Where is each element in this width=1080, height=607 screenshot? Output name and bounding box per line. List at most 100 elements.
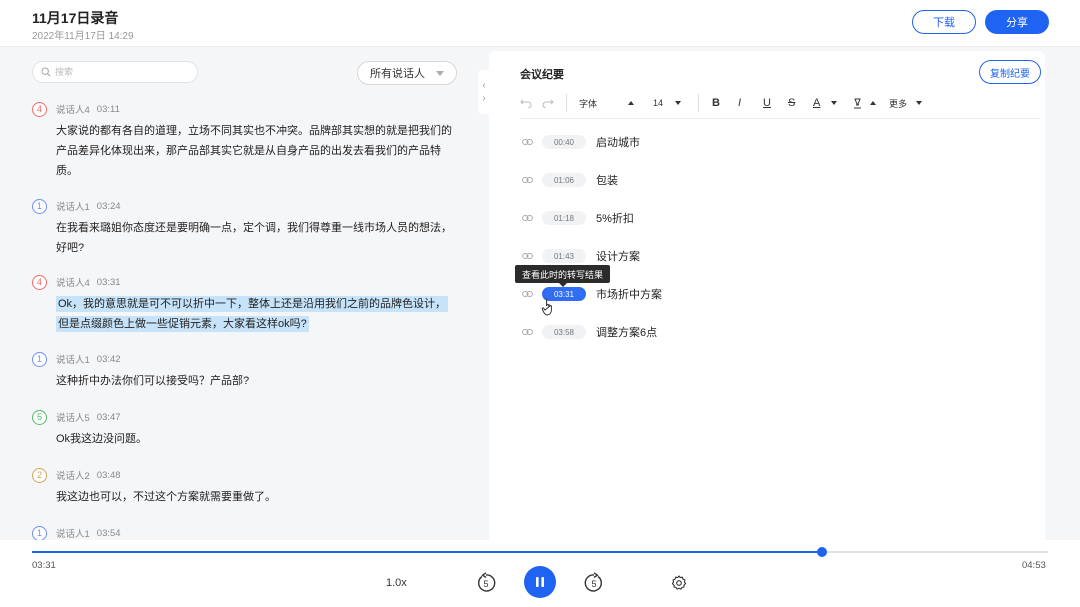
toolbar-divider xyxy=(566,94,567,112)
transcript-line: Ok，我的意思就是可不可以折中一下，整体上还是沿用我们之前的品牌色设计， xyxy=(56,296,449,312)
entry-timestamp[interactable]: 03:42 xyxy=(97,354,121,365)
entry-timestamp[interactable]: 03:31 xyxy=(97,277,121,288)
entry-timestamp[interactable]: 03:54 xyxy=(97,528,121,539)
download-button[interactable]: 下载 xyxy=(912,10,976,34)
entry-timestamp[interactable]: 03:11 xyxy=(97,104,120,115)
keypoint-item[interactable]: 03:31 市场折中方案 xyxy=(520,285,1020,303)
link-icon[interactable] xyxy=(520,135,534,149)
progress-fill xyxy=(32,551,823,553)
search-box[interactable] xyxy=(32,61,198,83)
transcript-text: 我这边也可以，不过这个方案就需要重做了。 xyxy=(56,487,456,507)
transcript-line: 但是点缀颜色上做一些促销元素，大家看这样ok吗? xyxy=(56,316,309,332)
keypoint-item[interactable]: 01:06 包装 xyxy=(520,171,1020,189)
recording-date: 2022年11月17日 14:29 xyxy=(32,31,134,42)
entry-timestamp[interactable]: 03:47 xyxy=(97,412,121,423)
toolbar-divider xyxy=(698,94,699,112)
bold-button[interactable]: B xyxy=(712,94,720,112)
transcript-line: 这种折中办法你们可以接受吗？产品部? xyxy=(56,375,250,387)
entry-meta: 4 说话人4 03:11 xyxy=(32,100,462,118)
search-input[interactable] xyxy=(51,67,175,77)
gear-icon xyxy=(671,575,687,590)
highlight-button[interactable] xyxy=(852,94,863,112)
keypoint-item[interactable]: 03:58 调整方案6点 xyxy=(520,323,1020,341)
pause-button[interactable] xyxy=(524,566,556,598)
link-icon[interactable] xyxy=(520,173,534,187)
audio-player: 03:31 04:53 1.0x 5 5 xyxy=(0,540,1080,607)
text-color-button[interactable]: A xyxy=(813,94,820,112)
transcript-line: 在我看来璐姐你态度还是要明确一点，定个调，我们得尊重一线市场人员的想法， xyxy=(56,222,452,234)
highlighter-icon xyxy=(854,98,861,108)
more-dropdown-icon[interactable] xyxy=(916,94,922,112)
link-icon[interactable] xyxy=(520,325,534,339)
keypoint-item[interactable]: 01:18 5%折扣 xyxy=(520,209,1020,227)
font-size-select[interactable]: 14 xyxy=(653,94,663,112)
tooltip: 查看此时的转写结果 xyxy=(515,265,611,287)
transcript-entry: 4 说话人4 03:31 Ok，我的意思就是可不可以折中一下，整体上还是沿用我们之前的… xyxy=(32,273,462,334)
forward-button[interactable]: 5 xyxy=(582,571,606,595)
font-size-value: 14 xyxy=(653,98,664,108)
transcript-entry: 2 说话人2 03:48 我这边也可以，不过这个方案就需要重做了。 xyxy=(32,466,462,507)
transcript-line: 我这边也可以，不过这个方案就需要重做了。 xyxy=(56,491,276,503)
speaker-badge: 1 xyxy=(32,198,47,214)
share-button[interactable]: 分享 xyxy=(985,10,1049,34)
settings-button[interactable] xyxy=(669,573,689,593)
speaker-name: 说话人4 xyxy=(56,278,90,289)
tooltip-text: 查看此时的转写结果 xyxy=(522,269,604,280)
speaker-filter-value: 所有说话人 xyxy=(370,68,425,80)
speaker-badge: 1 xyxy=(32,351,47,367)
copy-minutes-button[interactable]: 复制纪要 xyxy=(979,60,1041,84)
keypoint-time[interactable]: 01:18 xyxy=(542,211,586,225)
rewind-button[interactable]: 5 xyxy=(474,571,498,595)
progress-handle[interactable] xyxy=(817,547,828,557)
keypoint-text: 调整方案6点 xyxy=(596,327,658,339)
font-up-icon[interactable] xyxy=(628,94,634,112)
rewind-5-icon: 5 xyxy=(478,572,496,592)
italic-button[interactable]: I xyxy=(738,94,741,112)
link-icon[interactable] xyxy=(520,211,534,225)
keypoint-item[interactable]: 01:43 设计方案 xyxy=(520,247,1020,265)
transcript-line: 好吧? xyxy=(56,242,85,254)
more-menu[interactable]: 更多 xyxy=(889,94,907,112)
keypoint-item[interactable]: 00:40 启动城市 xyxy=(520,133,1020,151)
transcript-text: 这种折中办法你们可以接受吗？产品部? xyxy=(56,371,456,391)
hand-cursor-icon xyxy=(541,298,552,316)
playback-speed-button[interactable]: 1.0x xyxy=(386,577,407,589)
keypoint-time[interactable]: 00:40 xyxy=(542,135,586,149)
speaker-badge: 1 xyxy=(32,525,47,540)
chevron-left-icon: ‹ xyxy=(482,80,486,91)
transcript-entry: 1 说话人1 03:42 这种折中办法你们可以接受吗？产品部? xyxy=(32,350,462,391)
dropdown-arrow-icon xyxy=(436,71,444,76)
transcript-entry: 1 说话人1 03:54 xyxy=(32,524,462,540)
link-icon[interactable] xyxy=(520,287,534,301)
transcript-entry: 4 说话人4 03:11 大家说的都有各自的道理，立场不同其实也不冲突。品牌部其实想的… xyxy=(32,100,462,181)
speaker-filter-select[interactable]: 所有说话人 xyxy=(357,61,457,85)
redo-icon xyxy=(542,99,554,108)
keypoint-text: 设计方案 xyxy=(596,251,640,263)
transcript-line: 产品差异化体现出来，那产品部其实它就是从自身产品的出发去看我们的产品特 xyxy=(56,145,441,157)
minutes-title: 会议纪要 xyxy=(520,69,564,81)
font-size-dropdown-icon[interactable] xyxy=(675,94,681,112)
speaker-name: 说话人1 xyxy=(56,355,90,366)
underline-button[interactable]: U xyxy=(763,94,771,112)
redo-button[interactable] xyxy=(542,94,554,112)
entry-timestamp[interactable]: 03:24 xyxy=(97,201,121,212)
transcript-text: 大家说的都有各自的道理，立场不同其实也不冲突。品牌部其实想的就是把我们的 产品差异… xyxy=(56,121,456,181)
transcript-panel: 所有说话人 4 说话人4 03:11 大家说的都有各自的道理，立场不同其实也不冲突。品… xyxy=(0,47,480,540)
font-family-select[interactable]: 字体 xyxy=(579,94,597,112)
undo-icon xyxy=(520,99,532,108)
speaker-badge: 5 xyxy=(32,409,47,425)
link-icon[interactable] xyxy=(520,249,534,263)
keypoint-time[interactable]: 03:58 xyxy=(542,325,586,339)
strikethrough-button[interactable]: S xyxy=(788,94,795,112)
keypoint-time[interactable]: 01:43 xyxy=(542,249,586,263)
keypoint-time[interactable]: 01:06 xyxy=(542,173,586,187)
more-label: 更多 xyxy=(889,98,908,109)
highlight-dropdown-icon[interactable] xyxy=(870,94,876,112)
transcript-line: 大家说的都有各自的道理，立场不同其实也不冲突。品牌部其实想的就是把我们的 xyxy=(56,125,452,137)
entry-timestamp[interactable]: 03:48 xyxy=(97,470,121,481)
progress-track[interactable] xyxy=(32,547,1048,557)
entry-meta: 2 说话人2 03:48 xyxy=(32,466,462,484)
entry-meta: 1 说话人1 03:42 xyxy=(32,350,462,368)
text-color-dropdown-icon[interactable] xyxy=(831,94,837,112)
undo-button[interactable] xyxy=(520,94,532,112)
